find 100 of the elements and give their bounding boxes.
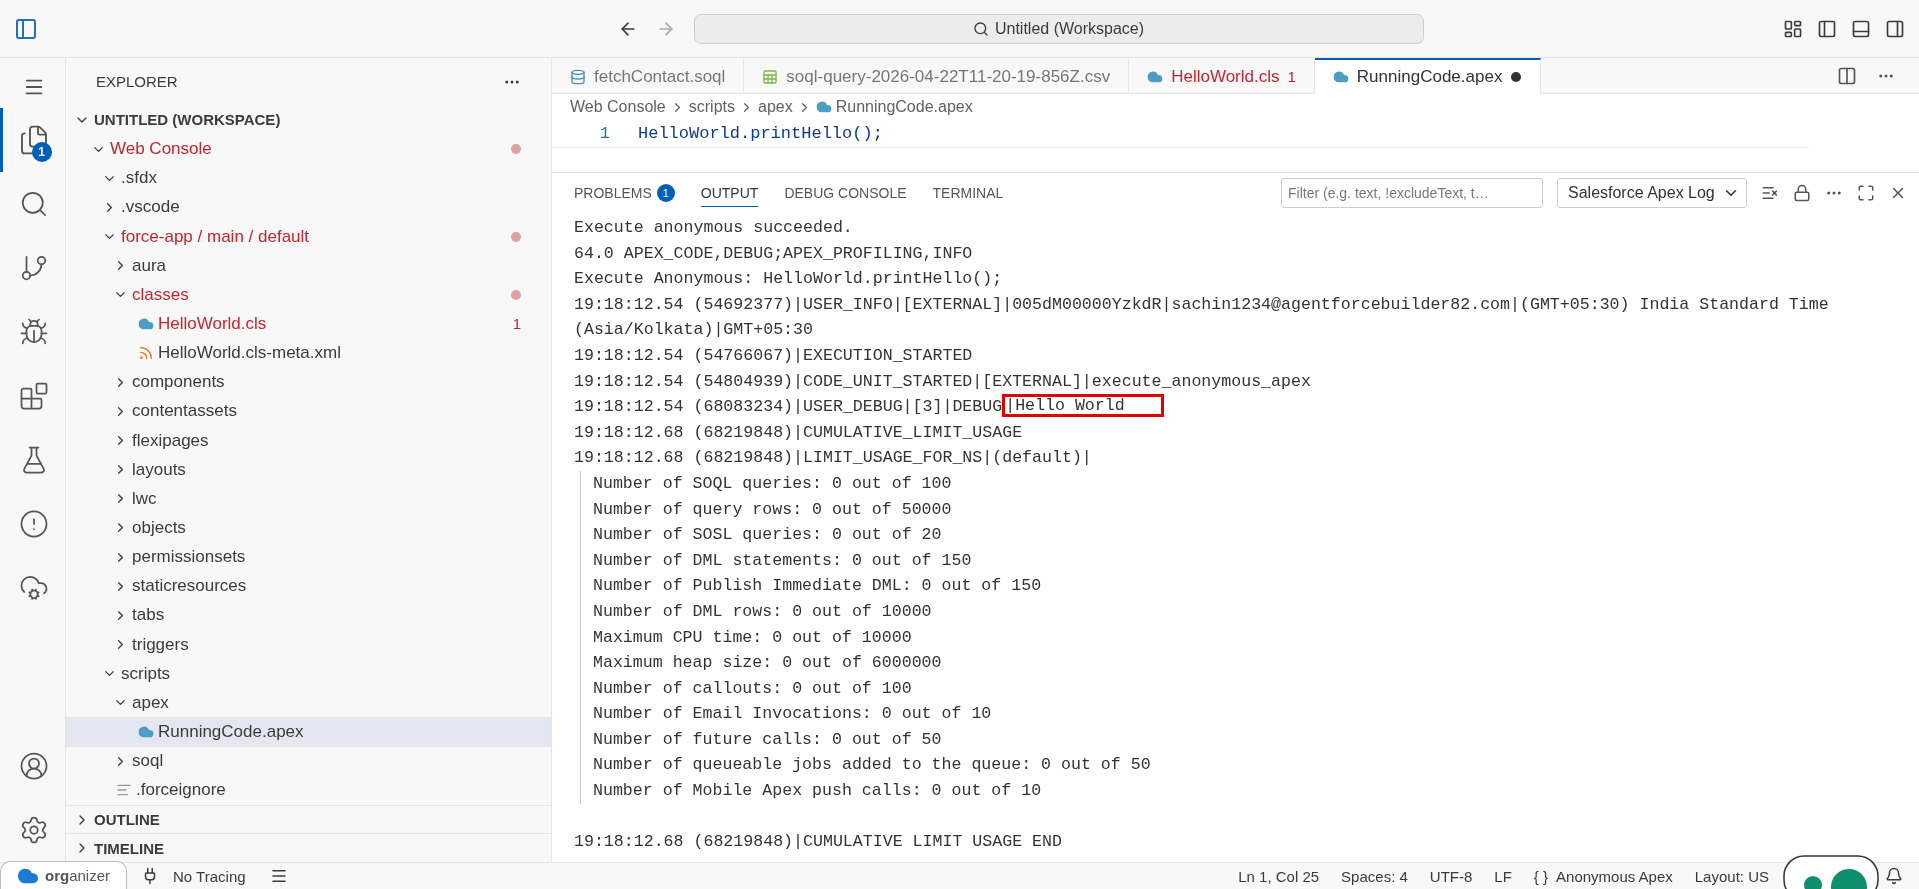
secondary-sidebar-icon[interactable] [1885,18,1905,39]
account-icon[interactable] [19,751,49,781]
output-line: Number of callouts: 0 out of 100 [593,677,912,700]
tree-item[interactable]: staticresources [66,571,551,601]
menu-icon[interactable] [269,867,288,885]
tree-item[interactable]: force-app / main / default [66,221,551,252]
cloud-icon[interactable] [19,573,49,603]
tree-item-label: layouts [132,459,187,480]
tree-item-label: flexipages [132,430,210,451]
output-line: Number of SOQL queries: 0 out of 100 [593,472,952,495]
cloud-file-icon [815,99,832,115]
language-mode[interactable]: Anonymous Apex [1556,867,1673,885]
tree-item[interactable]: .forceignore [66,775,551,805]
settings-icon[interactable] [19,815,49,845]
breadcrumb-item[interactable]: apex [758,98,793,116]
tab-label: HelloWorld.cls [1171,66,1280,87]
output-line: Number of queueable jobs added to the queue: 0 out of 50 [593,754,1151,777]
tree-item[interactable]: tabs [66,600,551,630]
tree-item-label: aura [132,255,168,276]
split-editor-icon[interactable] [1837,65,1857,86]
tracing-status[interactable]: No Tracing [173,867,246,885]
tree-item[interactable]: layouts [66,455,551,485]
output-line: Number of Email Invocations: 0 out of 10 [593,703,992,726]
output-line: 19:18:12.68 (68219848)|LIMIT_USAGE_FOR_NS|(default)| [574,447,1092,470]
output-line: 19:18:12.54 (54766067)|EXECUTION_STARTED [574,344,973,367]
panel-tab[interactable]: DEBUG CONSOLE [784,179,907,207]
panel-tab[interactable]: PROBLEMS 1 [574,179,675,207]
panel-toggle-icon[interactable] [1851,18,1871,39]
workspace-header[interactable]: UNTITLED (WORKSPACE) [66,105,551,135]
tree-item[interactable]: apex [66,688,551,718]
search-icon[interactable] [19,189,49,219]
breadcrumb-item[interactable]: RunningCode.apex [835,98,973,116]
tree-item[interactable]: aura [66,251,551,281]
tree-item[interactable]: HelloWorld.cls-meta.xml [66,338,551,368]
editor-tab[interactable]: RunningCode.apex [1314,58,1542,94]
output-line: Number of DML statements: 0 out of 150 [593,549,972,572]
cloud-file-icon [1332,69,1349,85]
sidebar-section-header[interactable]: OUTLINE [66,804,551,834]
tree-item-label: force-app / main / default [121,226,311,247]
bell-icon[interactable] [1885,867,1903,885]
keyboard-layout[interactable]: Layout: US [1694,867,1769,885]
tree-item[interactable]: components [66,367,551,397]
org-badge[interactable]: organizer [0,861,128,889]
tree-item-label: .vscode [121,197,181,218]
bug-icon[interactable] [19,317,49,347]
tree-item[interactable]: .vscode [66,192,551,222]
tree-item-label: HelloWorld.cls [158,313,268,334]
branch-icon[interactable] [19,253,49,283]
tree-item-label: RunningCode.apex [158,721,305,742]
tree-item[interactable]: HelloWorld.cls 1 [66,309,551,339]
tree-item[interactable]: soql [66,746,551,776]
command-search-field[interactable]: Untitled (Workspace) [693,13,1424,44]
panel-tab[interactable]: OUTPUT [700,179,759,207]
tree-item[interactable]: flexipages [66,425,551,456]
code-line: HelloWorld.printHello(); [638,124,883,143]
tree-item[interactable]: scripts [66,659,551,689]
tree-item[interactable]: triggers [66,629,551,660]
tree-item[interactable]: .sfdx [66,163,551,193]
output-line: 19:18:12.54 (54804939)|CODE_UNIT_STARTED|[EXTERNAL]|execute_anonymous_apex [574,370,1311,393]
panel-tab[interactable]: TERMINAL [932,179,1004,207]
output-line: (Asia/Kolkata)|GMT+05:30 [574,319,813,342]
status-item[interactable]: LF [1494,867,1512,885]
status-item[interactable]: Ln 1, Col 25 [1238,867,1320,885]
tree-item[interactable]: objects [66,513,551,543]
tree-item-label: classes [132,284,190,305]
filter-input[interactable]: Filter (e.g. text, !excludeText, t… [1281,178,1543,208]
app-logo-icon [14,16,38,41]
braces-glyph: { } [1533,867,1549,885]
status-item[interactable]: Spaces: 4 [1341,867,1408,885]
maximize-icon[interactable] [1857,184,1875,202]
assistant-buttons-drawing[interactable] [1783,855,1879,889]
tree-item[interactable]: Web Console [66,134,551,164]
tree-item[interactable]: lwc [66,484,551,514]
lock-icon[interactable] [1793,184,1811,202]
explorer-activity-button[interactable]: 1 [0,108,66,172]
problem-count: 1 [512,315,521,333]
output-line: Number of DML rows: 0 out of 10000 [593,600,932,623]
tab-label: soql-query-2026-04-22T11-20-19-856Z.csv [786,66,1111,87]
tree-item-label: .sfdx [121,168,158,189]
line-number: 1 [598,124,611,143]
output-channel-select[interactable]: Salesforce Apex Log [1557,178,1747,208]
layout-icon[interactable] [1783,18,1803,39]
clear-output-icon[interactable] [1761,184,1779,202]
tree-item-label: objects [132,517,187,538]
tree-item[interactable]: permissionsets [66,542,551,572]
tree-item[interactable]: RunningCode.apex [66,717,551,747]
table-file-icon [762,68,779,85]
tree-item-label: HelloWorld.cls-meta.xml [158,343,342,364]
search-icon [972,20,989,37]
tree-item[interactable]: contentassets [66,396,551,426]
breadcrumb-item[interactable]: scripts [688,98,735,116]
breadcrumb-item[interactable]: Web Console [570,98,666,116]
org-name: organizer [45,867,111,884]
tree-item-label: lwc [132,488,158,509]
sidebar-toggle-icon[interactable] [1817,18,1837,39]
status-item[interactable]: UTF-8 [1429,867,1473,885]
tree-item[interactable]: classes [66,280,551,310]
blocks-icon[interactable] [19,381,49,411]
output-line: 19:18:12.54 (68083234)|USER_DEBUG|[3]|DEBUG [574,396,1003,419]
alert-icon[interactable] [19,509,49,539]
